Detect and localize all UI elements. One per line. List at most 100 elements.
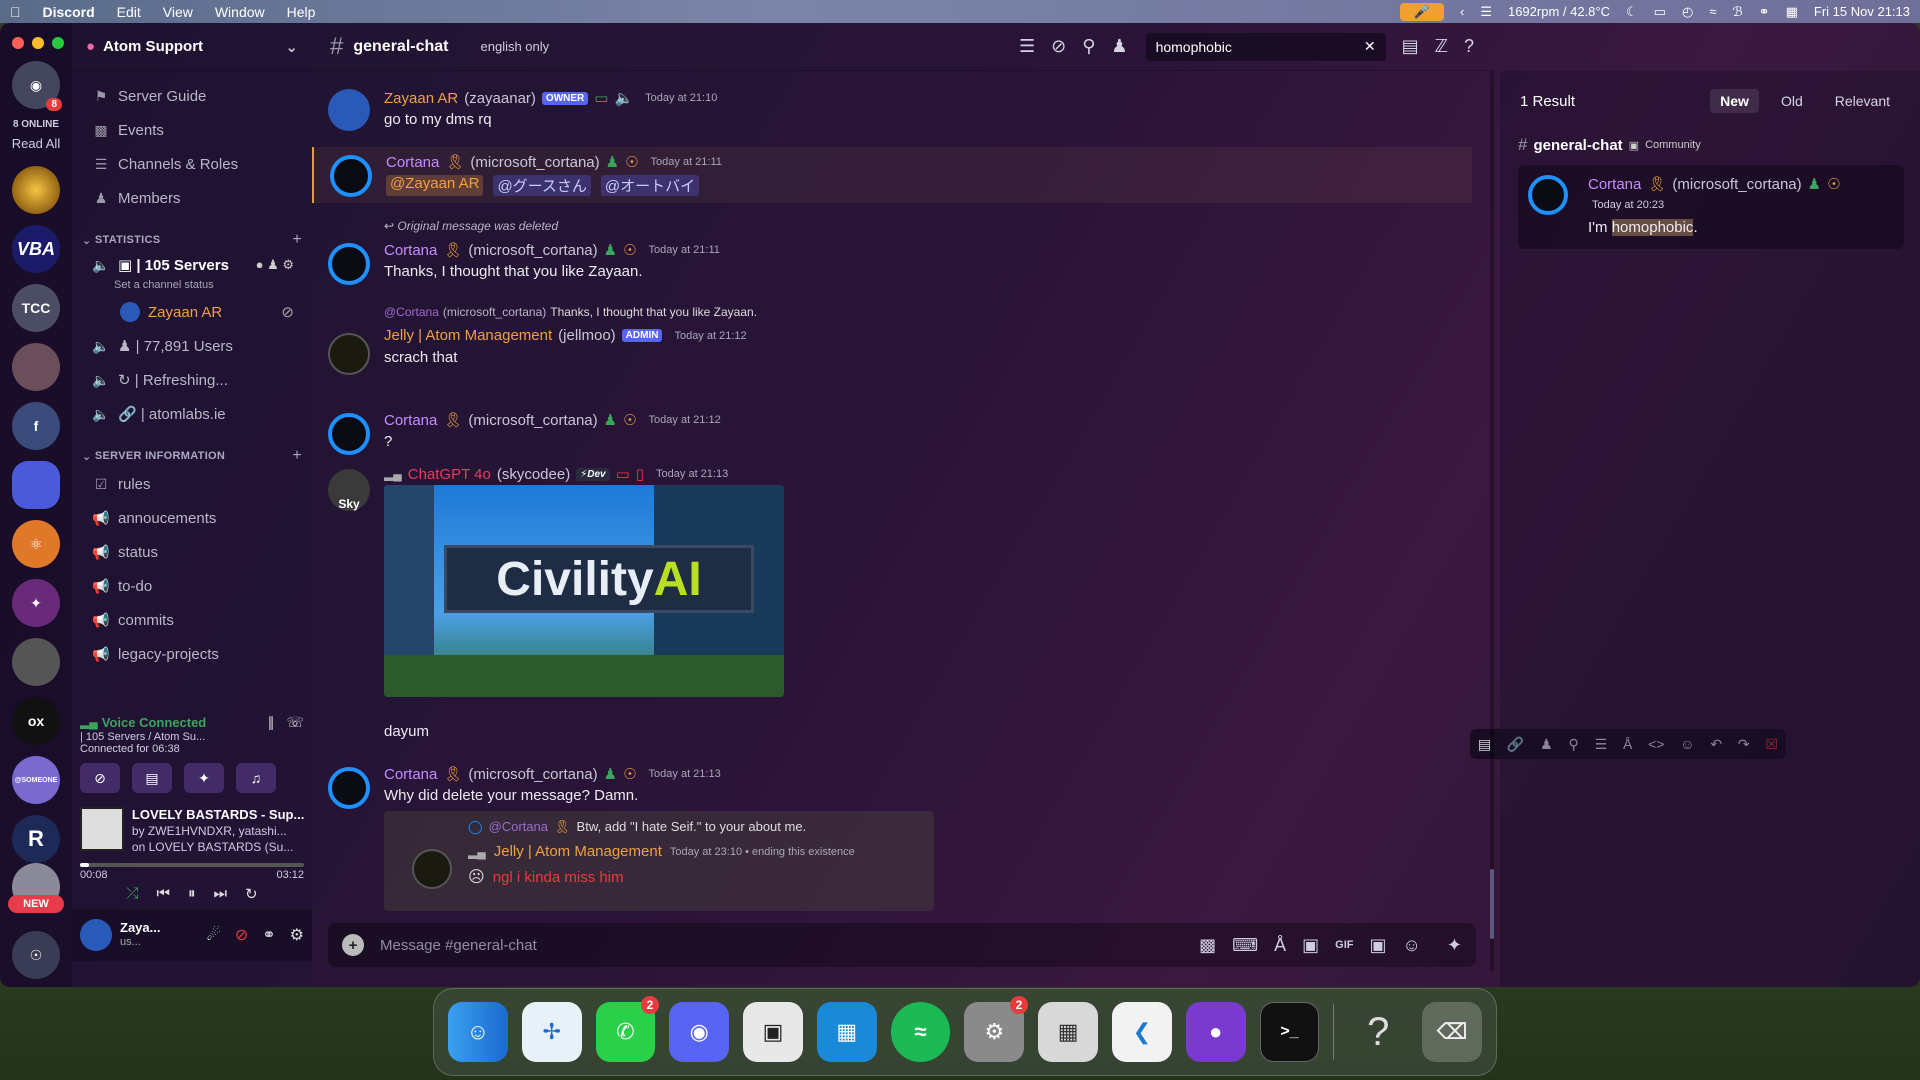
server-icon-f[interactable]: f bbox=[12, 402, 60, 450]
mention[interactable]: @オートバイ bbox=[600, 175, 700, 196]
voice-channel-servers[interactable]: 🔈 ▣ | 105 Servers ● ♟ ⚙ bbox=[72, 251, 312, 279]
display-icon[interactable]: ▭ bbox=[1654, 4, 1666, 20]
voice-connected-label[interactable]: Voice Connected bbox=[102, 715, 207, 730]
result-channel-name[interactable]: general-chat bbox=[1533, 137, 1622, 154]
voice-channel-site[interactable]: 🔈 🔗 | atomlabs.ie bbox=[72, 397, 312, 431]
reply-preview[interactable]: ↩ Original message was deleted bbox=[384, 219, 558, 233]
server-icon-blue[interactable] bbox=[12, 461, 60, 509]
avatar[interactable] bbox=[328, 89, 370, 131]
layers-icon[interactable]: ☰ bbox=[1480, 4, 1492, 20]
pin-icon[interactable]: ⚲ bbox=[1082, 36, 1095, 57]
avatar[interactable]: Sky bbox=[328, 469, 370, 511]
chat-scrollbar[interactable] bbox=[1490, 71, 1494, 971]
server-icon-ox[interactable]: ox bbox=[12, 697, 60, 745]
gif-icon[interactable]: GIF bbox=[1335, 939, 1353, 951]
channel-status[interactable]: 📢 status bbox=[72, 535, 312, 569]
keyboard-icon[interactable]: ⌨ bbox=[1232, 935, 1258, 956]
apple-icon[interactable]:  bbox=[10, 4, 21, 20]
members-item[interactable]: ♟ Members bbox=[72, 181, 312, 215]
headphones-icon[interactable]: ⚭ bbox=[262, 925, 275, 945]
message-author[interactable]: Zayaan AR bbox=[384, 90, 458, 107]
voice-channel-path[interactable]: | 105 Servers / Atom Su... bbox=[72, 731, 312, 743]
server-icon-tcc[interactable]: TCC bbox=[12, 284, 60, 332]
message-author[interactable]: Cortana bbox=[384, 412, 437, 429]
attached-image[interactable]: Civility AI bbox=[384, 485, 784, 697]
user-name[interactable]: Zaya... bbox=[120, 921, 160, 935]
channel-to-do[interactable]: 📢 to-do bbox=[72, 569, 312, 603]
help-icon[interactable]: ? bbox=[1348, 1002, 1408, 1062]
notifications-off-icon[interactable]: ⊘ bbox=[1051, 36, 1066, 57]
clock-icon[interactable]: ◴ bbox=[1682, 4, 1693, 20]
headphones-icon[interactable]: ⚭ bbox=[1759, 4, 1770, 20]
server-icon-someone[interactable]: @SOMEONE bbox=[12, 756, 60, 804]
terminal-icon[interactable]: >_ bbox=[1259, 1002, 1320, 1062]
activities-button[interactable]: ✦ bbox=[184, 763, 224, 793]
message-author[interactable]: Cortana bbox=[386, 154, 439, 171]
search-input[interactable]: homophobic ✕ bbox=[1145, 32, 1386, 61]
vscode-icon[interactable]: ❮ bbox=[1112, 1002, 1172, 1062]
message-item[interactable]: @Cortana (microsoft_cortana) Thanks, I tho… bbox=[312, 303, 1472, 393]
category-statistics[interactable]: ⌄ STATISTICS + bbox=[72, 229, 312, 251]
previous-icon[interactable]: ⏮ bbox=[156, 885, 170, 903]
soundboard-button[interactable]: ♫ bbox=[236, 763, 276, 793]
next-icon[interactable]: ⏭ bbox=[213, 885, 227, 903]
mute-icon[interactable]: ⊘ bbox=[235, 925, 248, 945]
avatar[interactable] bbox=[328, 767, 370, 809]
camera-off-button[interactable]: ⊘ bbox=[80, 763, 120, 793]
message-input[interactable]: + Message #general-chat ▩ ⌨ Å ▣ GIF ▣ ☺ … bbox=[328, 923, 1476, 967]
server-icon-vba[interactable]: VBA bbox=[12, 225, 60, 273]
server-header[interactable]: ● Atom Support ⌄ bbox=[72, 23, 312, 71]
message-author[interactable]: Jelly | Atom Management bbox=[384, 327, 552, 344]
server-icon-photo[interactable] bbox=[12, 638, 60, 686]
message-author[interactable]: Cortana bbox=[384, 766, 437, 783]
channel-commits[interactable]: 📢 commits bbox=[72, 603, 312, 637]
result-author[interactable]: Cortana bbox=[1588, 176, 1641, 193]
screen-share-button[interactable]: ▤ bbox=[132, 763, 172, 793]
message-item[interactable]: Cortana 🎗 (microsoft_cortana) ♟ ☉ Today at 21… bbox=[312, 761, 1472, 911]
whatsapp-icon[interactable]: ✆ 2 bbox=[595, 996, 660, 1062]
moon-icon[interactable]: ☾ bbox=[1626, 4, 1638, 20]
minimize-window-button[interactable] bbox=[32, 37, 44, 49]
discover-button[interactable]: ☉ bbox=[12, 931, 60, 979]
maximize-window-button[interactable] bbox=[52, 37, 64, 49]
add-channel-icon[interactable]: + bbox=[292, 231, 302, 249]
mention[interactable]: @グースさん bbox=[493, 175, 591, 196]
server-icon-star[interactable]: ✦ bbox=[12, 579, 60, 627]
shuffle-icon[interactable]: ⤮ bbox=[126, 885, 138, 903]
sort-relevant-tab[interactable]: Relevant bbox=[1825, 89, 1900, 113]
menu-edit[interactable]: Edit bbox=[117, 4, 141, 20]
help-icon[interactable]: ? bbox=[1464, 36, 1474, 57]
server-icon-1[interactable] bbox=[12, 166, 60, 214]
microphone-icon[interactable]: 🎤 bbox=[1399, 2, 1444, 21]
channel-annoucements[interactable]: 📢 annoucements bbox=[72, 501, 312, 535]
avatar[interactable] bbox=[328, 333, 370, 375]
message-item[interactable]: Cortana 🎗 (microsoft_cortana) ♟ ☉ Today at 21… bbox=[312, 147, 1472, 203]
song-title[interactable]: LOVELY BASTARDS - Sup... bbox=[132, 807, 304, 823]
launchpad-icon[interactable]: ▦ bbox=[1038, 1002, 1099, 1062]
server-icon-anime[interactable] bbox=[12, 343, 60, 391]
translate-icon[interactable]: Å bbox=[1274, 935, 1286, 956]
server-guide-item[interactable]: ⚑ Server Guide bbox=[72, 79, 312, 113]
message-item[interactable]: Zayaan AR (zayaanar) OWNER ▭ 🔈 Today at 21:10… bbox=[312, 83, 1472, 143]
close-window-button[interactable] bbox=[12, 37, 24, 49]
sticker-icon[interactable]: ▣ bbox=[1370, 935, 1387, 956]
voice-channel-refreshing[interactable]: 🔈 ↻ | Refreshing... bbox=[72, 363, 312, 397]
category-server-information[interactable]: ⌄ SERVER INFORMATION + bbox=[72, 445, 312, 467]
avatar[interactable] bbox=[328, 413, 370, 455]
scroll-thumb[interactable] bbox=[1490, 869, 1494, 939]
forwarded-embed[interactable]: ◯ @Cortana 🎗 Btw, add "I hate Seif." to you… bbox=[384, 811, 934, 911]
discord-home-button[interactable]: ◉ 8 bbox=[12, 61, 62, 111]
channel-legacy-projects[interactable]: 📢 legacy-projects bbox=[72, 637, 312, 671]
gamepad-icon[interactable]: ☄ bbox=[207, 925, 221, 945]
finder-icon[interactable]: ☺ bbox=[448, 1002, 508, 1062]
trash-icon[interactable]: ⌫ bbox=[1422, 1002, 1482, 1062]
spotify-icon[interactable]: ≈ bbox=[890, 1002, 951, 1062]
album-art[interactable] bbox=[80, 807, 124, 851]
sort-new-tab[interactable]: New bbox=[1710, 89, 1759, 113]
roblox-studio-icon[interactable]: ▦ bbox=[816, 1002, 877, 1062]
clear-search-icon[interactable]: ✕ bbox=[1364, 38, 1376, 55]
voice-channel-users[interactable]: 🔈 ♟ | 77,891 Users bbox=[72, 329, 312, 363]
control-center-icon[interactable]: ▦ bbox=[1786, 4, 1798, 20]
message-item[interactable]: Sky ▂▄ ChatGPT 4o (skycodee) ⚡Dev ▭ ▯ Today at… bbox=[312, 459, 1472, 749]
channel-topic[interactable]: english only bbox=[481, 39, 550, 54]
